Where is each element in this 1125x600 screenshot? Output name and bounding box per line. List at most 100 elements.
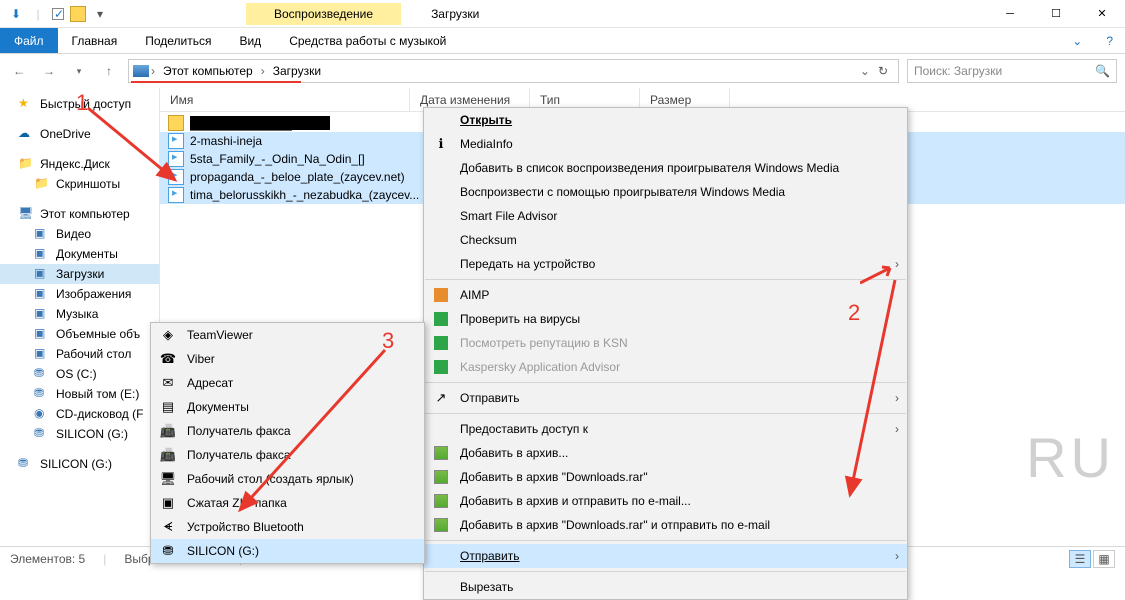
sidebar-item[interactable]: ▣Изображения [0, 284, 159, 304]
ribbon-expand-icon[interactable]: ⌄ [1060, 28, 1094, 53]
menu-item[interactable]: Добавить в архив "Downloads.rar" и отпра… [424, 513, 907, 537]
titlebar: ⬇ | ✓ ▾ Воспроизведение Загрузки ─ ☐ ✕ [0, 0, 1125, 28]
menu-item[interactable]: Вырезать [424, 575, 907, 599]
audio-icon [168, 187, 184, 203]
sidebar-item[interactable]: ▣Рабочий стол [0, 344, 159, 364]
context-tab-playback[interactable]: Воспроизведение [246, 3, 401, 25]
sidebar-item[interactable]: ⛃OS (C:) [0, 364, 159, 384]
mail-icon: ✉ [159, 374, 177, 392]
file-name: tima_belorusskikh_-_nezabudka_(zaycev... [190, 188, 419, 202]
menu-item: Посмотреть репутацию в KSN [424, 331, 907, 355]
sidebar-item[interactable]: ★Быстрый доступ [0, 94, 159, 114]
menu-item[interactable]: 📠Получатель факса [151, 443, 424, 467]
menu-item[interactable]: ℹMediaInfo [424, 132, 907, 156]
menu-item[interactable]: Предоставить доступ к› [424, 417, 907, 441]
breadcrumb-downloads[interactable]: Загрузки [267, 64, 327, 78]
sidebar-item[interactable]: ▣Загрузки [0, 264, 159, 284]
menu-item[interactable]: ◈TeamViewer [151, 323, 424, 347]
bt-icon: ᗛ [159, 518, 177, 536]
audio-icon [168, 169, 184, 185]
sidebar-item[interactable]: ⛃Новый том (E:) [0, 384, 159, 404]
address-dropdown-icon[interactable]: ⌄ [860, 64, 870, 78]
tab-home[interactable]: Главная [58, 28, 132, 53]
sidebar-item-label: CD-дисковод (F [56, 407, 143, 421]
checkbox-icon[interactable]: ✓ [52, 8, 64, 20]
help-icon[interactable]: ? [1094, 28, 1125, 53]
sidebar-item[interactable]: ▣Объемные объ [0, 324, 159, 344]
menu-item-label: Вырезать [460, 580, 513, 594]
menu-item[interactable]: Smart File Advisor [424, 204, 907, 228]
menu-item[interactable]: Добавить в список воспроизведения проигр… [424, 156, 907, 180]
menu-item[interactable]: ↗Отправить› [424, 386, 907, 410]
menu-item[interactable]: Добавить в архив... [424, 441, 907, 465]
menu-item[interactable]: Проверить на вирусы [424, 307, 907, 331]
sidebar-item[interactable]: ◉CD-дисковод (F [0, 404, 159, 424]
minimize-button[interactable]: ─ [987, 0, 1033, 28]
lib-icon: ▣ [34, 246, 50, 262]
sidebar-item[interactable]: 📁Яндекс.Диск [0, 154, 159, 174]
lib-icon: ▣ [34, 346, 50, 362]
menu-item[interactable]: 🖥Рабочий стол (создать ярлык) [151, 467, 424, 491]
menu-item[interactable]: Отправить› [424, 544, 907, 568]
up-button[interactable]: ↑ [98, 60, 120, 82]
tab-music-tools[interactable]: Средства работы с музыкой [275, 28, 460, 53]
sidebar-item-label: Быстрый доступ [40, 97, 131, 111]
menu-item[interactable]: ᗛУстройство Bluetooth [151, 515, 424, 539]
green-icon [432, 310, 450, 328]
breadcrumb-pc[interactable]: Этот компьютер [157, 64, 259, 78]
sidebar-item[interactable]: ⛃SILICON (G:) [0, 454, 159, 474]
menu-item-label: Сжатая ZIP-папка [187, 496, 287, 510]
window-title: Загрузки [431, 7, 479, 21]
search-input[interactable]: Поиск: Загрузки 🔍 [907, 59, 1117, 83]
menu-item[interactable]: Добавить в архив "Downloads.rar" [424, 465, 907, 489]
menu-item[interactable]: Передать на устройство› [424, 252, 907, 276]
menu-item[interactable]: Checksum [424, 228, 907, 252]
menu-item[interactable]: ⛃SILICON (G:) [151, 539, 424, 563]
sidebar-item[interactable]: ☁OneDrive [0, 124, 159, 144]
sidebar-item[interactable]: ▣Видео [0, 224, 159, 244]
sidebar-item[interactable]: 🖥Этот компьютер [0, 204, 159, 224]
menu-item[interactable]: AIMP [424, 283, 907, 307]
address-bar[interactable]: › Этот компьютер › Загрузки ⌄ ↻ [128, 59, 899, 83]
submenu-arrow-icon: › [895, 549, 899, 563]
blank-icon [432, 231, 450, 249]
menu-item[interactable]: Воспроизвести с помощью проигрывателя Wi… [424, 180, 907, 204]
search-icon[interactable]: 🔍 [1095, 64, 1110, 78]
sidebar-item[interactable]: ⛃SILICON (G:) [0, 424, 159, 444]
maximize-button[interactable]: ☐ [1033, 0, 1079, 28]
col-name[interactable]: Имя [160, 88, 410, 111]
menu-item-label: Добавить в список воспроизведения проигр… [460, 161, 839, 175]
close-button[interactable]: ✕ [1079, 0, 1125, 28]
view-details-button[interactable]: ☰ [1069, 550, 1091, 568]
recent-dropdown-icon[interactable]: ▾ [68, 60, 90, 82]
tab-share[interactable]: Поделиться [131, 28, 225, 53]
menu-item-label: Отправить [460, 391, 520, 405]
refresh-icon[interactable]: ↻ [872, 64, 894, 78]
menu-item[interactable]: Открыть [424, 108, 907, 132]
audio-icon [168, 151, 184, 167]
sidebar: ★Быстрый доступ ☁OneDrive 📁Яндекс.Диск📁Скр… [0, 88, 160, 548]
view-large-button[interactable]: ▦ [1093, 550, 1115, 568]
rar-icon [432, 444, 450, 462]
sidebar-item[interactable]: 📁Скриншоты [0, 174, 159, 194]
annotation-underline [131, 81, 301, 83]
menu-item[interactable]: ☎Viber [151, 347, 424, 371]
menu-item[interactable]: 📠Получатель факса [151, 419, 424, 443]
menu-item[interactable]: ▣Сжатая ZIP-папка [151, 491, 424, 515]
lib-icon: ▣ [34, 306, 50, 322]
lib-icon: ▣ [34, 266, 50, 282]
menu-item[interactable]: Добавить в архив и отправить по e-mail..… [424, 489, 907, 513]
back-button[interactable]: ← [8, 60, 30, 82]
tab-view[interactable]: Вид [225, 28, 275, 53]
drive-icon: ⛃ [34, 366, 50, 382]
sidebar-item[interactable]: ▣Музыка [0, 304, 159, 324]
forward-button[interactable]: → [38, 60, 60, 82]
qat-overflow-icon[interactable]: ▾ [92, 6, 108, 22]
tab-file[interactable]: Файл [0, 28, 58, 53]
menu-item[interactable]: ✉Адресат [151, 371, 424, 395]
sidebar-item[interactable]: ▣Документы [0, 244, 159, 264]
folder-icon[interactable] [70, 6, 86, 22]
menu-item[interactable]: ▤Документы [151, 395, 424, 419]
down-arrow-icon[interactable]: ⬇ [8, 6, 24, 22]
menu-item-label: Документы [187, 400, 249, 414]
